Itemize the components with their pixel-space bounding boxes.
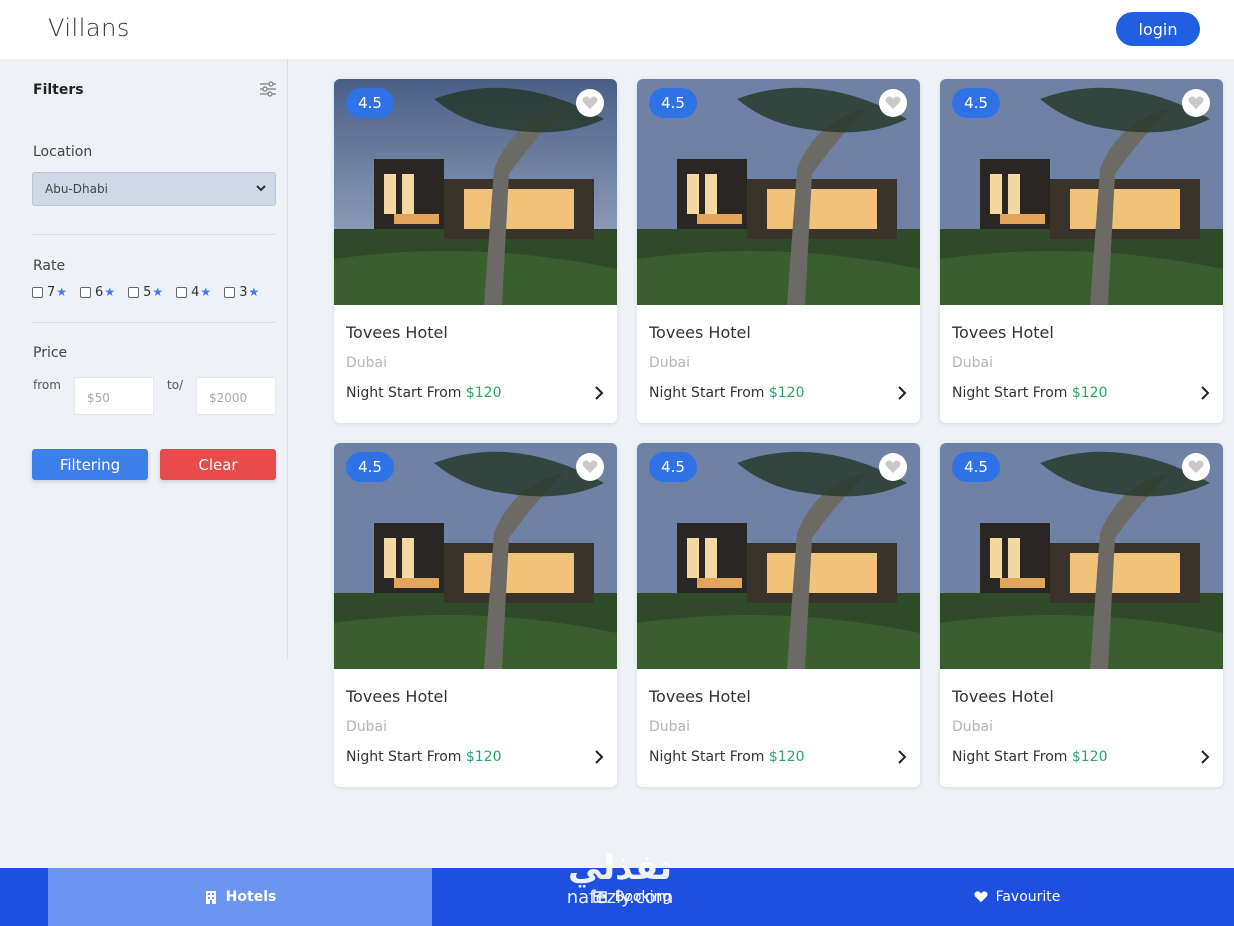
filtering-button[interactable]: Filtering bbox=[32, 449, 148, 480]
clear-button[interactable]: Clear bbox=[160, 449, 276, 480]
hotel-city: Dubai bbox=[346, 355, 388, 371]
hotel-name: Tovees Hotel bbox=[346, 323, 448, 342]
star-icon: ★ bbox=[152, 285, 164, 299]
favourite-button[interactable] bbox=[576, 89, 604, 117]
rating-badge: 4.5 bbox=[952, 88, 1000, 118]
location-select-value: Abu-Dhabi bbox=[45, 182, 108, 196]
price-to-input[interactable]: $2000 bbox=[196, 377, 276, 415]
hotel-name: Tovees Hotel bbox=[952, 687, 1054, 706]
hotel-card[interactable]: 4.5 Tovees Hotel Dubai Night Start From … bbox=[334, 79, 617, 423]
heart-icon bbox=[1188, 460, 1204, 473]
rating-badge: 4.5 bbox=[952, 452, 1000, 482]
favourite-button[interactable] bbox=[879, 89, 907, 117]
rating-badge: 4.5 bbox=[346, 88, 394, 118]
hotel-name: Tovees Hotel bbox=[346, 687, 448, 706]
chevron-right-icon[interactable] bbox=[1198, 749, 1212, 765]
hotel-price: Night Start From $120 bbox=[649, 385, 805, 401]
hotel-city: Dubai bbox=[649, 719, 691, 735]
price-from-input[interactable]: $50 bbox=[74, 377, 154, 415]
tab-hotels[interactable]: Hotels bbox=[48, 868, 432, 926]
hotel-name: Tovees Hotel bbox=[952, 323, 1054, 342]
rate-option-5[interactable]: 5 ★ bbox=[128, 283, 163, 301]
chevron-right-icon[interactable] bbox=[895, 385, 909, 401]
tab-favourite[interactable]: Favourite bbox=[832, 868, 1202, 926]
login-button[interactable]: login bbox=[1116, 12, 1200, 46]
heart-icon bbox=[973, 891, 988, 903]
heart-icon bbox=[885, 96, 901, 109]
hotel-price: Night Start From $120 bbox=[952, 749, 1108, 765]
hotel-city: Dubai bbox=[346, 719, 388, 735]
chevron-down-icon bbox=[256, 185, 266, 192]
location-select[interactable]: Abu-Dhabi bbox=[32, 172, 276, 206]
heart-icon bbox=[885, 460, 901, 473]
rate-option-4[interactable]: 4 ★ bbox=[176, 283, 211, 301]
hotel-card[interactable]: 4.5 Tovees Hotel Dubai Night Start From … bbox=[334, 443, 617, 787]
checkbox[interactable] bbox=[80, 286, 92, 298]
building-icon bbox=[205, 891, 216, 904]
star-icon: ★ bbox=[200, 285, 212, 299]
favourite-button[interactable] bbox=[1182, 89, 1210, 117]
checkbox[interactable] bbox=[128, 286, 140, 298]
hotel-card[interactable]: 4.5 Tovees Hotel Dubai Night Start From … bbox=[940, 79, 1223, 423]
hotel-city: Dubai bbox=[952, 719, 994, 735]
rate-option-6[interactable]: 6 ★ bbox=[80, 283, 115, 301]
top-bar: Villans login bbox=[0, 0, 1234, 59]
filters-sidebar: Filters Location Abu-Dhabi Rate 7 ★ 6 ★ 5 ★… bbox=[0, 59, 288, 659]
checkbox[interactable] bbox=[224, 286, 236, 298]
heart-icon bbox=[582, 460, 598, 473]
rating-badge: 4.5 bbox=[649, 452, 697, 482]
hotel-card[interactable]: 4.5 Tovees Hotel Dubai Night Start From … bbox=[940, 443, 1223, 787]
location-label: Location bbox=[33, 144, 93, 160]
star-icon: ★ bbox=[56, 285, 68, 299]
rate-label: Rate bbox=[33, 258, 66, 274]
favourite-button[interactable] bbox=[879, 453, 907, 481]
hotel-price: Night Start From $120 bbox=[649, 749, 805, 765]
chevron-right-icon[interactable] bbox=[895, 749, 909, 765]
favourite-button[interactable] bbox=[1182, 453, 1210, 481]
watermark-arabic: نفذلي bbox=[567, 848, 673, 888]
tab-favourite-label: Favourite bbox=[995, 889, 1061, 905]
sliders-icon[interactable] bbox=[258, 79, 278, 99]
tab-hotels-label: Hotels bbox=[225, 889, 277, 905]
heart-icon bbox=[1188, 96, 1204, 109]
hotel-price: Night Start From $120 bbox=[952, 385, 1108, 401]
hotel-price: Night Start From $120 bbox=[346, 385, 502, 401]
watermark-latin: nafezly.com bbox=[566, 887, 674, 908]
hotel-price: Night Start From $120 bbox=[346, 749, 502, 765]
hotel-card[interactable]: 4.5 Tovees Hotel Dubai Night Start From … bbox=[637, 79, 920, 423]
star-icon: ★ bbox=[104, 285, 116, 299]
brand-title: Villans bbox=[48, 14, 130, 42]
favourite-button[interactable] bbox=[576, 453, 604, 481]
heart-icon bbox=[582, 96, 598, 109]
chevron-right-icon[interactable] bbox=[1198, 385, 1212, 401]
watermark-logo: نفذلي nafezly.com bbox=[540, 848, 700, 924]
rating-badge: 4.5 bbox=[649, 88, 697, 118]
star-icon: ★ bbox=[248, 285, 260, 299]
chevron-right-icon[interactable] bbox=[592, 749, 606, 765]
rate-options: 7 ★ 6 ★ 5 ★ 4 ★ 3 ★ bbox=[32, 283, 282, 301]
checkbox[interactable] bbox=[176, 286, 188, 298]
hotel-name: Tovees Hotel bbox=[649, 323, 751, 342]
rate-option-3[interactable]: 3 ★ bbox=[224, 283, 259, 301]
chevron-right-icon[interactable] bbox=[592, 385, 606, 401]
rate-option-7[interactable]: 7 ★ bbox=[32, 283, 67, 301]
price-to-label: to/ bbox=[167, 378, 184, 392]
divider bbox=[32, 322, 276, 323]
hotel-name: Tovees Hotel bbox=[649, 687, 751, 706]
price-label: Price bbox=[33, 345, 68, 361]
divider bbox=[32, 234, 276, 235]
hotel-city: Dubai bbox=[649, 355, 691, 371]
hotel-city: Dubai bbox=[952, 355, 994, 371]
rating-badge: 4.5 bbox=[346, 452, 394, 482]
filters-title: Filters bbox=[33, 82, 84, 98]
checkbox[interactable] bbox=[32, 286, 43, 298]
price-from-label: from bbox=[33, 378, 61, 392]
hotel-card[interactable]: 4.5 Tovees Hotel Dubai Night Start From … bbox=[637, 443, 920, 787]
